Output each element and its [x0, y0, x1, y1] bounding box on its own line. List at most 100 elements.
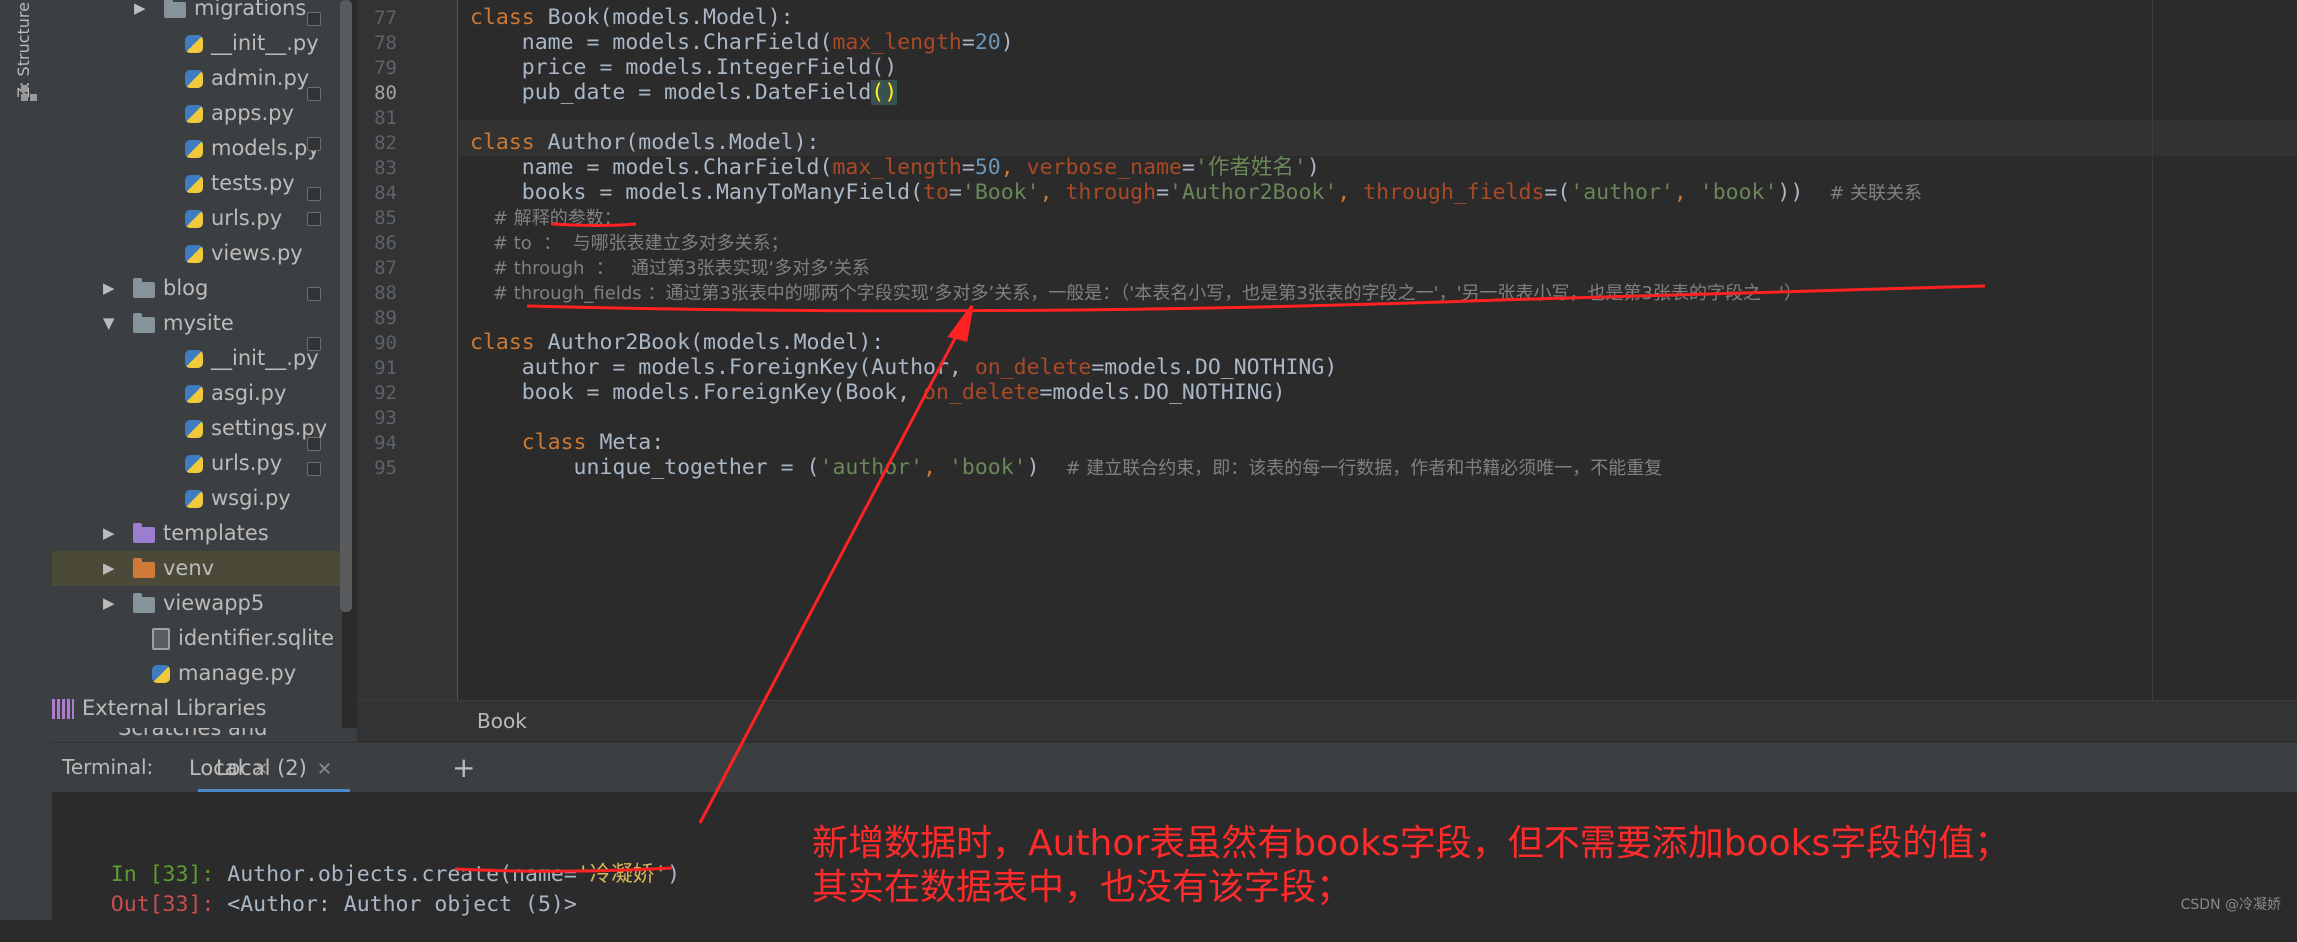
terminal-output-line: Out[33]: <Author: Author object (5)> [59, 867, 577, 942]
tree-item-label: viewapp5 [163, 591, 265, 615]
python-file-icon [185, 174, 203, 193]
tree-item-label: apps.py [211, 101, 294, 125]
tree-item-scratches[interactable]: Scratches and Consoles [52, 728, 357, 742]
code-token: =( [1544, 180, 1571, 205]
code-token: () [871, 80, 898, 105]
fold-icon[interactable] [307, 187, 321, 201]
folder-icon [133, 557, 155, 578]
code-token: 20 [974, 30, 1001, 55]
tree-item[interactable]: apps.py [52, 96, 342, 131]
code-token: unique_together = ( [470, 455, 820, 480]
code-token: = [948, 180, 962, 205]
code-token: )) [1777, 180, 1830, 205]
annotation-note-line-2: 其实在数据表中，也没有该字段； [812, 867, 1353, 908]
chevron-right-icon[interactable]: ▶ [103, 271, 125, 306]
tree-item-label: __init__.py [211, 346, 319, 370]
code-line: # through_fields ：通过第3张表中的哪两个字段实现‘多对多’关系… [470, 275, 1802, 311]
chevron-right-icon[interactable]: ▶ [134, 0, 156, 26]
python-file-icon [185, 104, 203, 123]
folder-icon [133, 522, 155, 543]
tree-item[interactable]: ▼ mysite [52, 306, 342, 341]
tree-item[interactable]: tests.py [52, 166, 342, 201]
tree-item-label: mysite [163, 311, 234, 335]
structure-icon[interactable] [20, 84, 38, 102]
fold-icon[interactable] [307, 462, 321, 476]
tree-item[interactable]: wsgi.py [52, 481, 342, 516]
folder-icon [133, 277, 155, 298]
chevron-right-icon[interactable]: ▶ [103, 516, 125, 551]
chevron-right-icon[interactable]: ▶ [103, 586, 125, 621]
code-token: # 关联关系 [1829, 183, 1923, 204]
output-text: <Author: Author object (5)> [227, 892, 577, 917]
tree-scrollbar[interactable] [340, 0, 352, 612]
tree-item[interactable]: views.py [52, 236, 342, 271]
tree-item[interactable]: ▶ migrations [52, 0, 342, 26]
python-file-icon [185, 69, 203, 88]
breadcrumb: Book [357, 700, 2297, 741]
tree-item[interactable]: ▶ templates [52, 516, 342, 551]
add-tab-icon[interactable]: + [452, 743, 475, 793]
tree-item[interactable]: models.py [52, 131, 342, 166]
code-editor[interactable]: 77 78 79 80 81 82 83 84 85 86 87 88 89 90 91 92 93 94 95 c… [307, 0, 2297, 700]
tree-item-label: Scratches and Consoles [118, 728, 268, 742]
tree-item[interactable]: ▶ blog [52, 271, 342, 306]
code-token: to [923, 180, 949, 205]
code-token: = [961, 30, 975, 55]
tree-item[interactable]: identifier.sqlite [52, 621, 342, 656]
code-line: books = models.ManyToManyField(to='Book'… [470, 175, 1922, 211]
tree-item[interactable]: ▶ viewapp5 [52, 586, 342, 621]
tree-item-label: migrations [194, 0, 307, 20]
project-tree: ▶ migrations __init__.py admin.py apps.py mod… [52, 0, 342, 740]
tree-item[interactable]: urls.py [52, 201, 342, 236]
tree-item-label: templates [163, 521, 269, 545]
code-token: pub_date = models.DateField [470, 80, 872, 105]
tree-item[interactable]: admin.py [52, 61, 342, 96]
code-token: # through_fields ：通过第3张表中的哪两个字段实现‘多对多’关系… [470, 283, 1802, 304]
tree-item[interactable]: ▶ venv [52, 551, 342, 586]
out-prompt: Out[33]: [110, 892, 228, 917]
fold-icon[interactable] [307, 212, 321, 226]
tab-local-2[interactable]: Local (2) ✕ [198, 743, 350, 793]
tree-item[interactable]: urls.py [52, 446, 342, 481]
code-token: , [1673, 180, 1700, 205]
code-token: book = models.ForeignKey(Book, [470, 380, 924, 405]
fold-icon[interactable] [307, 437, 321, 451]
fold-icon[interactable] [307, 12, 321, 26]
tree-item-label: venv [163, 556, 215, 580]
tree-item-label: urls.py [211, 451, 283, 475]
tree-item-label: tests.py [211, 171, 295, 195]
tree-item-label: blog [163, 276, 209, 300]
tab-label: Local (2) [216, 756, 307, 780]
code-token: , [1039, 180, 1066, 205]
fold-icon[interactable] [307, 87, 321, 101]
fold-icon[interactable] [307, 287, 321, 301]
editor-gutter: 77 78 79 80 81 82 83 84 85 86 87 88 89 90 91 92 93 94 95 [307, 0, 458, 700]
code-token: ) [1000, 30, 1014, 55]
tree-item[interactable]: manage.py [52, 656, 342, 691]
code-token: 'Book' [961, 180, 1040, 205]
tree-item[interactable]: asgi.py [52, 376, 342, 411]
tree-item-label: views.py [211, 241, 303, 265]
fold-icon[interactable] [307, 337, 321, 351]
code-line: book = models.ForeignKey(Book, on_delete… [470, 375, 1286, 411]
close-icon[interactable]: ✕ [317, 759, 332, 780]
code-token: through_fields [1363, 180, 1545, 205]
tree-item-label: asgi.py [211, 381, 287, 405]
terminal-panel[interactable]: In [33]: Author.objects.create(name='冷凝娇… [52, 792, 2297, 920]
breadcrumb-item[interactable]: Book [477, 709, 527, 733]
chevron-right-icon[interactable]: ▶ [103, 551, 125, 586]
python-file-icon [185, 454, 203, 473]
code-token: 'Author2Book' [1169, 180, 1338, 205]
python-file-icon [152, 664, 170, 683]
fold-icon[interactable] [307, 137, 321, 151]
tree-item[interactable]: ▶External Libraries [52, 691, 342, 726]
code-line: pub_date = models.DateField() [470, 75, 898, 111]
tree-item[interactable]: __init__.py [52, 26, 342, 61]
tree-item[interactable]: __init__.py [52, 341, 342, 376]
python-file-icon [185, 349, 203, 368]
code-token: 'book' [1699, 180, 1778, 205]
watermark: CSDN @冷凝娇 [2180, 897, 2281, 913]
tree-item[interactable]: settings.py [52, 411, 342, 446]
input-code-end: ) [667, 862, 681, 887]
chevron-down-icon[interactable]: ▼ [103, 306, 125, 341]
